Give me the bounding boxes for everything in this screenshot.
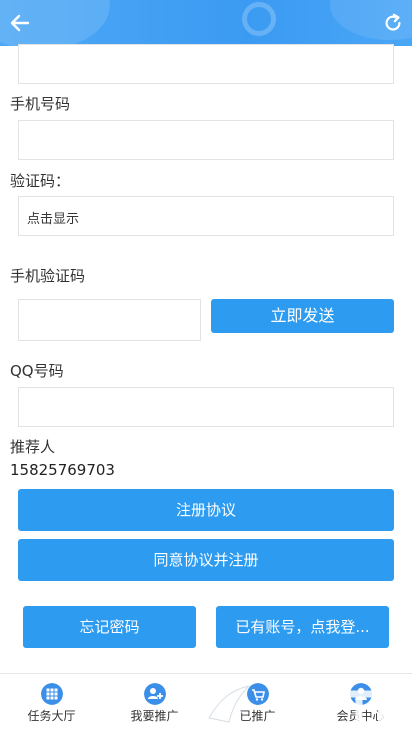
nav-label: 我要推广: [130, 709, 179, 723]
back-arrow-icon[interactable]: [8, 11, 32, 35]
sms-code-input[interactable]: [18, 299, 201, 341]
nav-item-task-hall[interactable]: 任务大厅: [0, 674, 103, 732]
previous-field-input[interactable]: [18, 44, 394, 84]
nav-item-promoted[interactable]: 已推广: [206, 674, 309, 732]
send-code-button[interactable]: 立即发送: [211, 299, 394, 333]
forgot-password-button[interactable]: 忘记密码: [23, 606, 196, 648]
grid-icon: [41, 683, 63, 705]
referrer-value: 15825769703: [10, 461, 115, 479]
nav-label: 任务大厅: [27, 709, 76, 723]
cart-icon: [247, 683, 269, 705]
sms-code-label: 手机验证码: [10, 267, 86, 285]
referrer-label: 推荐人: [10, 438, 56, 456]
captcha-label: 验证码：: [10, 172, 71, 190]
header-decoration-ring: [242, 2, 276, 36]
nav-label: 会员中心: [336, 709, 385, 723]
captcha-field[interactable]: 点击显示: [18, 196, 394, 236]
qq-label: QQ号码: [10, 362, 64, 380]
qq-input[interactable]: [18, 387, 394, 427]
user-icon: [350, 683, 372, 705]
nav-label: 已推广: [239, 709, 276, 723]
header-bar: [0, 0, 412, 46]
captcha-display-link[interactable]: 点击显示: [27, 208, 79, 227]
phone-label: 手机号码: [10, 95, 71, 113]
agreement-button[interactable]: 注册协议: [18, 489, 394, 531]
add-user-icon: [144, 683, 166, 705]
phone-input[interactable]: [18, 120, 394, 160]
nav-item-member-center[interactable]: 会员中心: [309, 674, 412, 732]
nav-item-promote[interactable]: 我要推广: [103, 674, 206, 732]
refresh-icon[interactable]: [382, 12, 404, 34]
have-account-login-button[interactable]: 已有账号，点我登...: [216, 606, 389, 648]
agree-register-button[interactable]: 同意协议并注册: [18, 539, 394, 581]
bottom-nav: 任务大厅 我要推广 已推广 会员中心: [0, 673, 412, 732]
